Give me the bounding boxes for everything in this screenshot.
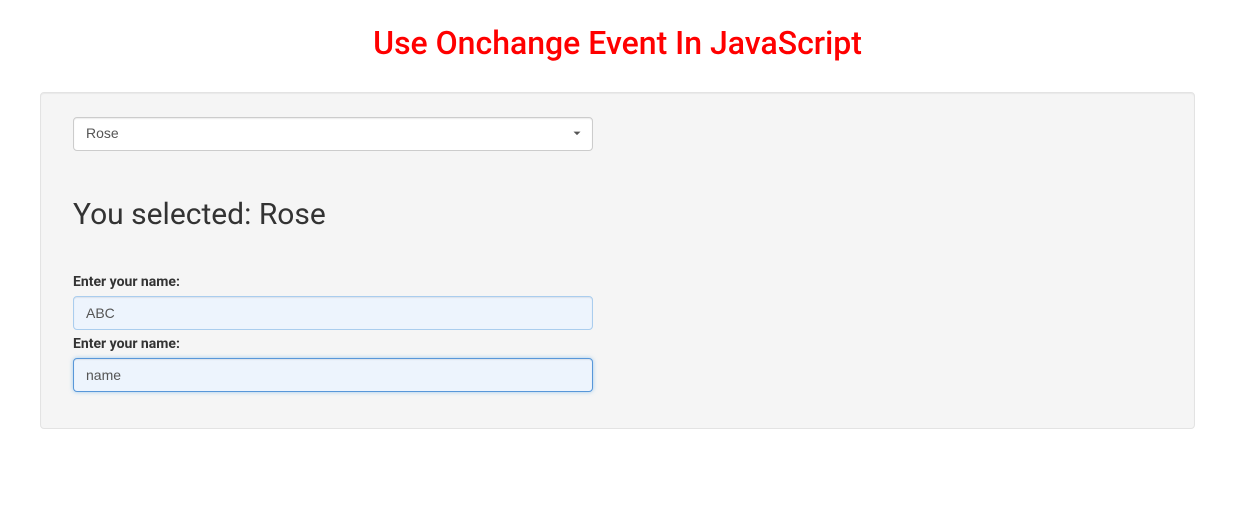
flower-dropdown[interactable]: Rose — [73, 117, 593, 151]
main-panel: Rose You selected: Rose Enter your name:… — [40, 92, 1195, 429]
name-input-1[interactable] — [73, 296, 593, 330]
result-value: Rose — [259, 197, 326, 232]
name-field-row-2: Enter your name: — [73, 336, 1162, 392]
page-title: Use Onchange Event In JavaScript — [0, 24, 1235, 62]
result-prefix: You selected: — [73, 197, 259, 232]
name-field-row-1: Enter your name: — [73, 274, 1162, 330]
selection-result: You selected: Rose — [73, 197, 1162, 232]
name-label-1: Enter your name: — [73, 274, 1162, 290]
name-input-2[interactable] — [73, 358, 593, 392]
name-label-2: Enter your name: — [73, 336, 1162, 352]
